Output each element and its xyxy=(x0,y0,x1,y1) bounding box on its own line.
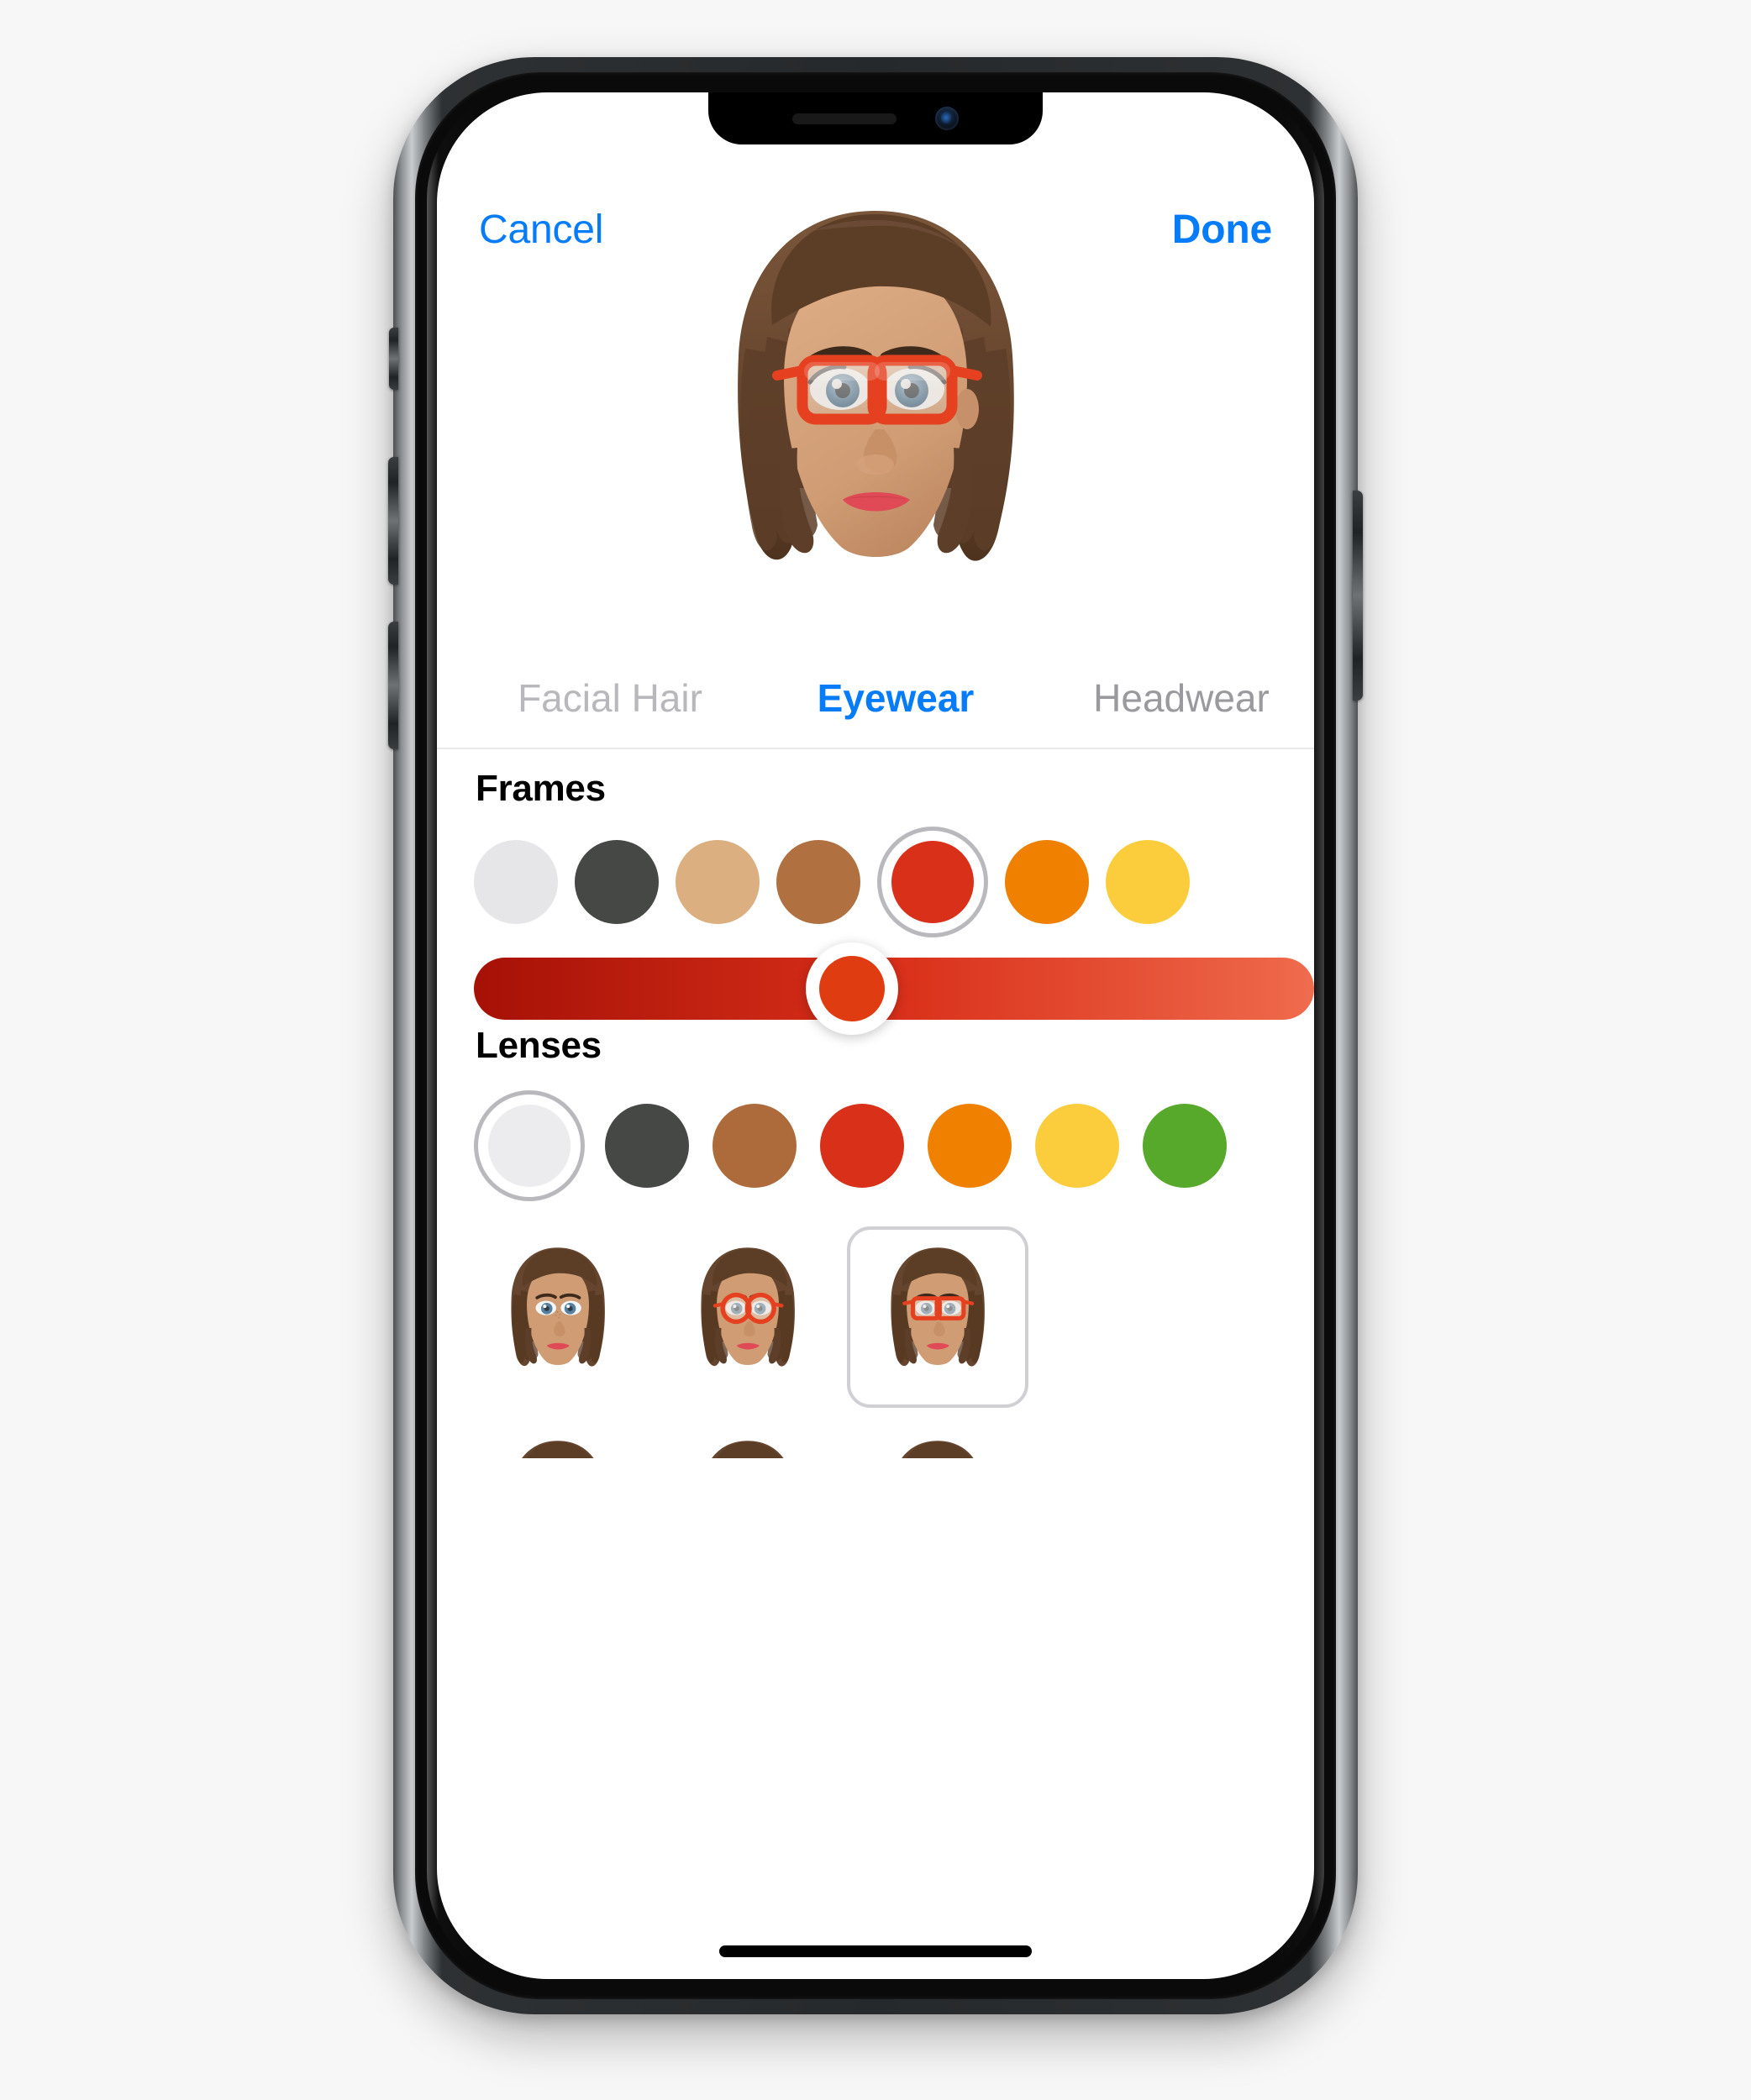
color-dot xyxy=(1143,1104,1227,1188)
frames-swatch-charcoal[interactable] xyxy=(575,840,659,924)
color-dot xyxy=(820,1104,904,1188)
ear-right xyxy=(955,389,979,429)
frames-swatch-tan[interactable] xyxy=(676,840,760,924)
eyewear-style-none[interactable] xyxy=(467,1226,649,1408)
frames-color-swatch-row xyxy=(474,827,1314,937)
color-dot xyxy=(474,840,558,924)
color-dot xyxy=(928,1104,1012,1188)
lenses-swatch-green[interactable] xyxy=(1139,1100,1230,1191)
navigation-bar: Cancel Done xyxy=(437,200,1314,259)
memoji-thumb-rect-glasses xyxy=(889,1246,986,1368)
color-dot xyxy=(776,840,860,924)
glasses-rectangle-red xyxy=(772,354,982,425)
tab-facial-hair[interactable]: Facial Hair xyxy=(459,675,761,721)
lenses-section-title: Lenses xyxy=(476,1025,602,1066)
eyewear-style-thumbnail-row-next xyxy=(467,1420,1028,1458)
glasses-round-red xyxy=(712,1292,784,1325)
lenses-swatch-charcoal[interactable] xyxy=(602,1100,692,1191)
color-dot xyxy=(575,840,659,924)
memoji-thumb-no-glasses xyxy=(509,1246,607,1368)
iphone-device: Cancel Done Facial Hair Eyewear Headwear… xyxy=(388,57,1363,2014)
lenses-swatch-orange[interactable] xyxy=(924,1100,1015,1191)
color-dot xyxy=(891,841,974,923)
eyewear-style-partial-1[interactable] xyxy=(467,1420,649,1458)
lenses-color-swatch-row xyxy=(474,1089,1314,1203)
lenses-swatch-yellow[interactable] xyxy=(1032,1100,1123,1191)
done-button[interactable]: Done xyxy=(1172,207,1272,253)
lenses-swatch-white-selected[interactable] xyxy=(474,1090,585,1201)
frames-swatch-brown[interactable] xyxy=(776,840,860,924)
memoji-thumb-partial xyxy=(509,1439,607,1458)
tab-eyewear[interactable]: Eyewear xyxy=(761,675,1030,721)
eyewear-style-partial-3[interactable] xyxy=(847,1420,1028,1458)
home-indicator[interactable] xyxy=(719,1945,1032,1957)
side-power-button[interactable] xyxy=(1353,491,1363,701)
color-dot xyxy=(1035,1104,1119,1188)
slider-thumb-fill xyxy=(819,956,885,1021)
frames-swatch-yellow[interactable] xyxy=(1106,840,1190,924)
color-dot xyxy=(1005,840,1089,924)
color-dot xyxy=(605,1104,689,1188)
tab-headwear[interactable]: Headwear xyxy=(1030,675,1314,721)
memoji-thumb-round-glasses xyxy=(699,1246,797,1368)
color-dot xyxy=(676,840,760,924)
glasses-rectangle-red xyxy=(902,1296,975,1320)
color-dot xyxy=(488,1105,571,1187)
volume-up-button[interactable] xyxy=(388,457,398,585)
frames-section-title: Frames xyxy=(476,768,606,809)
mute-switch-button[interactable] xyxy=(389,328,398,390)
device-notch xyxy=(708,92,1043,144)
eyewear-style-square-red-selected[interactable] xyxy=(847,1226,1028,1408)
screenshot-root: Cancel Done Facial Hair Eyewear Headwear… xyxy=(0,0,1751,2100)
frames-swatch-orange[interactable] xyxy=(1005,840,1089,924)
cancel-button[interactable]: Cancel xyxy=(479,207,603,253)
volume-down-button[interactable] xyxy=(388,622,398,749)
frames-swatch-red-selected[interactable] xyxy=(877,827,988,937)
memoji-thumb-partial xyxy=(889,1439,986,1458)
eyewear-style-partial-2[interactable] xyxy=(657,1420,839,1458)
memoji-thumb-partial xyxy=(699,1439,797,1458)
eyewear-style-round-red[interactable] xyxy=(657,1226,839,1408)
slider-thumb[interactable] xyxy=(806,942,898,1035)
lenses-swatch-brown[interactable] xyxy=(709,1100,800,1191)
front-camera-icon xyxy=(935,107,959,130)
frames-swatch-white[interactable] xyxy=(474,840,558,924)
phone-screen: Cancel Done Facial Hair Eyewear Headwear… xyxy=(437,92,1314,1979)
frames-shade-slider[interactable] xyxy=(474,942,1314,1035)
earpiece-speaker-icon xyxy=(792,113,897,124)
color-dot xyxy=(712,1104,797,1188)
lenses-swatch-red[interactable] xyxy=(817,1100,907,1191)
color-dot xyxy=(1106,840,1190,924)
eyewear-style-thumbnail-row xyxy=(467,1226,1028,1408)
